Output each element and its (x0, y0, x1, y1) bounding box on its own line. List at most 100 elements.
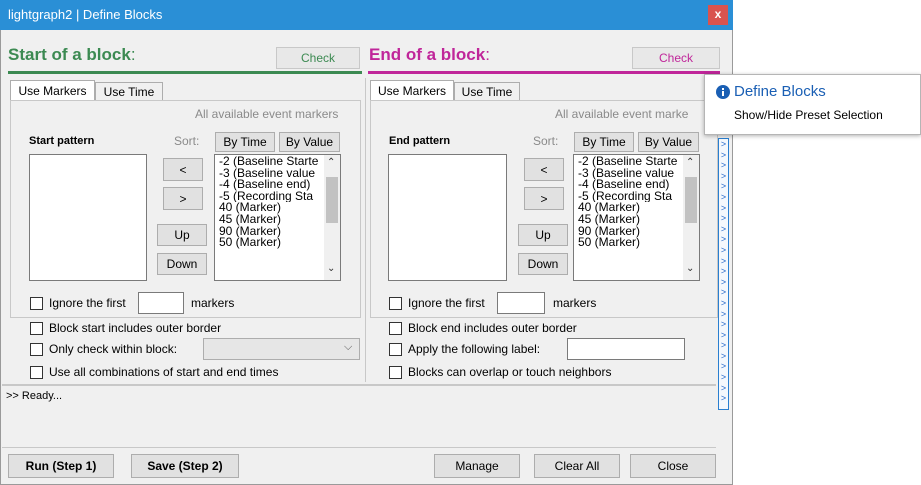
expand-arrow-icon: > (720, 191, 727, 202)
expand-arrow-icon: > (720, 297, 727, 308)
end-check-button[interactable]: Check (632, 47, 720, 69)
list-item[interactable]: 40 (Marker) (219, 202, 323, 214)
start-within-block-select[interactable]: ⌵ (203, 338, 360, 360)
expand-arrow-icon: > (720, 149, 727, 160)
end-ignore-suffix: markers (553, 296, 597, 310)
start-up-button[interactable]: Up (157, 224, 207, 246)
start-tab-use-time[interactable]: Use Time (95, 82, 163, 101)
start-sort-label: Sort: (174, 134, 200, 148)
expand-arrow-icon: > (720, 372, 727, 383)
scroll-up-icon[interactable]: ⌃ (686, 157, 694, 168)
end-pattern-label: End pattern (389, 135, 451, 147)
expand-arrow-icon: > (720, 266, 727, 277)
end-sort-by-time-button[interactable]: By Time (574, 132, 634, 152)
info-icon (716, 85, 730, 99)
list-item[interactable]: -2 (Baseline Starte (578, 156, 682, 168)
end-apply-label-checkbox[interactable] (389, 343, 402, 356)
end-available-listbox[interactable]: -2 (Baseline Starte -3 (Baseline value -… (573, 154, 700, 281)
start-sort-by-time-button[interactable]: By Time (215, 132, 275, 152)
list-item[interactable]: 50 (Marker) (219, 237, 323, 249)
close-button[interactable]: Close (630, 454, 716, 478)
end-marker-list: -2 (Baseline Starte -3 (Baseline value -… (578, 156, 682, 249)
start-ignore-label: Ignore the first (49, 296, 126, 310)
list-item[interactable]: -3 (Baseline value (578, 168, 682, 180)
end-title-colon: : (485, 45, 490, 64)
end-move-left-button[interactable]: < (524, 158, 564, 181)
start-pattern-listbox[interactable] (29, 154, 147, 281)
expand-arrow-icon: > (720, 213, 727, 224)
footer-separator (2, 447, 716, 448)
list-item[interactable]: 50 (Marker) (578, 237, 682, 249)
list-item[interactable]: -5 (Recording Sta (578, 191, 682, 203)
list-item[interactable]: -3 (Baseline value (219, 168, 323, 180)
end-move-right-button[interactable]: > (524, 187, 564, 210)
section-divider (365, 78, 366, 382)
expand-arrow-icon: > (720, 350, 727, 361)
start-combinations-checkbox[interactable] (30, 366, 43, 379)
close-window-button[interactable]: x (708, 5, 728, 25)
tooltip-subtitle: Show/Hide Preset Selection (734, 108, 883, 122)
start-move-right-button[interactable]: > (163, 187, 203, 210)
start-outer-border-label: Block start includes outer border (49, 321, 222, 335)
end-pattern-listbox[interactable] (388, 154, 507, 281)
end-list-scrollbar[interactable]: ⌃ ⌄ (683, 155, 699, 280)
start-ignore-count-input[interactable] (138, 292, 184, 314)
start-combinations-label: Use all combinations of start and end ti… (49, 365, 279, 379)
list-item[interactable]: -4 (Baseline end) (219, 179, 323, 191)
end-title-text: End of a block (369, 45, 486, 64)
list-item[interactable]: 45 (Marker) (219, 214, 323, 226)
end-outer-border-checkbox[interactable] (389, 322, 402, 335)
start-tab-use-markers[interactable]: Use Markers (10, 80, 95, 101)
expand-arrow-icon: > (720, 160, 727, 171)
list-item[interactable]: -2 (Baseline Starte (219, 156, 323, 168)
start-sort-by-value-button[interactable]: By Value (279, 132, 340, 152)
scroll-thumb[interactable] (326, 177, 338, 223)
end-accent-line (368, 71, 720, 74)
save-step2-button[interactable]: Save (Step 2) (131, 454, 239, 478)
preset-toggle-strip[interactable]: > > > > > > > > > > > > > > > > > > > > … (718, 138, 729, 410)
expand-arrow-icon: > (720, 329, 727, 340)
scroll-thumb[interactable] (685, 177, 697, 223)
expand-arrow-icon: > (720, 234, 727, 245)
end-apply-label-input[interactable] (567, 338, 685, 360)
expand-arrow-icon: > (720, 181, 727, 192)
start-check-button[interactable]: Check (276, 47, 360, 69)
list-item[interactable]: -4 (Baseline end) (578, 179, 682, 191)
end-overlap-checkbox[interactable] (389, 366, 402, 379)
end-overlap-label: Blocks can overlap or touch neighbors (408, 365, 612, 379)
end-sort-label: Sort: (533, 134, 559, 148)
start-list-scrollbar[interactable]: ⌃ ⌄ (324, 155, 340, 280)
start-within-block-checkbox[interactable] (30, 343, 43, 356)
start-available-label: All available event markers (195, 107, 339, 121)
start-ignore-checkbox[interactable] (30, 297, 43, 310)
run-step1-button[interactable]: Run (Step 1) (8, 454, 114, 478)
end-tab-use-time[interactable]: Use Time (454, 82, 520, 101)
expand-arrow-icon: > (720, 244, 727, 255)
end-up-button[interactable]: Up (518, 224, 568, 246)
scroll-down-icon[interactable]: ⌄ (686, 263, 694, 274)
end-ignore-count-input[interactable] (497, 292, 545, 314)
scroll-down-icon[interactable]: ⌄ (327, 263, 335, 274)
end-ignore-checkbox[interactable] (389, 297, 402, 310)
end-sort-by-value-button[interactable]: By Value (638, 132, 699, 152)
status-text: >> Ready... (6, 390, 63, 402)
list-item[interactable]: 90 (Marker) (219, 226, 323, 238)
start-down-button[interactable]: Down (157, 253, 207, 275)
start-move-left-button[interactable]: < (163, 158, 203, 181)
scroll-up-icon[interactable]: ⌃ (327, 157, 335, 168)
start-available-listbox[interactable]: -2 (Baseline Starte -3 (Baseline value -… (214, 154, 341, 281)
list-item[interactable]: 45 (Marker) (578, 214, 682, 226)
list-item[interactable]: -5 (Recording Sta (219, 191, 323, 203)
end-down-button[interactable]: Down (518, 253, 568, 275)
list-item[interactable]: 40 (Marker) (578, 202, 682, 214)
clear-all-button[interactable]: Clear All (534, 454, 620, 478)
list-item[interactable]: 90 (Marker) (578, 226, 682, 238)
expand-arrow-icon: > (720, 340, 727, 351)
expand-arrow-icon: > (720, 139, 727, 149)
start-marker-list: -2 (Baseline Starte -3 (Baseline value -… (219, 156, 323, 249)
start-outer-border-checkbox[interactable] (30, 322, 43, 335)
end-tab-use-markers[interactable]: Use Markers (370, 80, 454, 101)
expand-arrow-icon: > (720, 202, 727, 213)
start-pattern-label: Start pattern (29, 135, 95, 147)
manage-button[interactable]: Manage (434, 454, 520, 478)
